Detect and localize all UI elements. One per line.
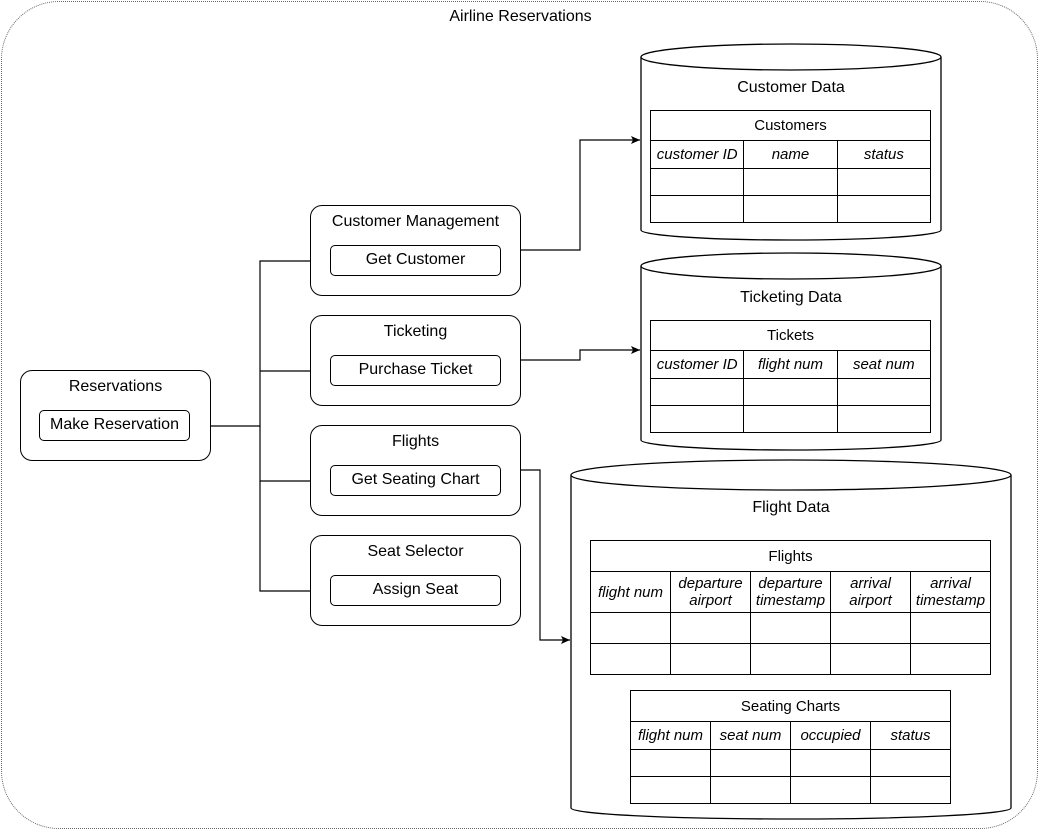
table-cell	[649, 168, 745, 196]
service-title: Ticketing	[383, 323, 448, 340]
column-header: arrival airport	[830, 571, 911, 613]
table-row	[649, 168, 932, 196]
operation-get-customer[interactable]: Get Customer	[330, 245, 501, 276]
table-cell	[870, 749, 951, 777]
table-row	[590, 643, 991, 675]
table-row	[630, 776, 951, 804]
table-cell	[743, 405, 838, 433]
column-header: seat num	[710, 721, 791, 750]
table-cell	[836, 378, 932, 406]
table-cell	[743, 168, 838, 196]
table-seating-charts: Seating Charts flight num seat num occupied…	[630, 690, 951, 804]
table-cell	[670, 612, 751, 644]
table-cell	[743, 378, 838, 406]
column-header: occupied	[790, 721, 871, 750]
table-tickets: Tickets customer ID flight num seat num	[649, 320, 932, 433]
table-cell	[649, 195, 745, 223]
database-label-flight-data: Flight Data	[752, 499, 830, 516]
table-name: Tickets	[650, 320, 931, 351]
table-cell	[870, 776, 951, 804]
table-cell	[836, 168, 932, 196]
column-header: arrival timestamp	[910, 571, 991, 613]
table-name: Seating Charts	[630, 690, 951, 722]
service-title: Flights	[391, 433, 440, 450]
column-header: customer ID	[649, 140, 745, 169]
table-cell	[670, 643, 751, 675]
table-row	[649, 405, 932, 433]
table-row	[649, 378, 932, 406]
table-name: Customers	[650, 110, 931, 141]
table-cell	[790, 749, 871, 777]
column-header: status	[870, 721, 951, 750]
table-cell	[836, 405, 932, 433]
table-cell	[710, 749, 791, 777]
table-cell	[590, 612, 671, 644]
database-label-customer-data: Customer Data	[737, 79, 845, 96]
service-title: Customer Management	[331, 213, 500, 230]
column-header: status	[836, 140, 932, 169]
table-cell	[830, 612, 911, 644]
operation-make-reservation[interactable]: Make Reservation	[39, 410, 190, 441]
service-title: Seat Selector	[367, 543, 464, 560]
table-row	[649, 195, 932, 223]
table-cell	[830, 643, 911, 675]
table-name: Flights	[590, 540, 991, 572]
table-cell	[649, 378, 745, 406]
table-cell	[630, 749, 711, 777]
operation-get-seating-chart[interactable]: Get Seating Chart	[330, 465, 501, 496]
table-cell	[750, 612, 831, 644]
column-header: flight num	[630, 721, 711, 750]
table-cell	[750, 643, 831, 675]
column-header: flight num	[743, 350, 838, 379]
column-header: flight num	[590, 571, 671, 613]
column-header: name	[743, 140, 838, 169]
table-cell	[630, 776, 711, 804]
column-header: customer ID	[649, 350, 745, 379]
column-header: seat num	[836, 350, 932, 379]
operation-assign-seat[interactable]: Assign Seat	[330, 575, 501, 606]
database-label-ticketing-data: Ticketing Data	[740, 289, 842, 306]
table-cell	[836, 195, 932, 223]
column-header: departure timestamp	[750, 571, 831, 613]
table-cell	[710, 776, 791, 804]
table-flights: Flights flight num departure airport depart…	[590, 540, 991, 675]
table-customers: Customers customer ID name status	[649, 110, 932, 223]
column-header: departure airport	[670, 571, 751, 613]
table-cell	[649, 405, 745, 433]
table-row	[590, 612, 991, 644]
operation-purchase-ticket[interactable]: Purchase Ticket	[330, 355, 501, 386]
table-cell	[743, 195, 838, 223]
table-cell	[910, 612, 991, 644]
table-cell	[910, 643, 991, 675]
service-title: Reservations	[68, 378, 163, 395]
table-row	[630, 749, 951, 777]
diagram-title: Airline Reservations	[449, 8, 592, 25]
table-cell	[590, 643, 671, 675]
table-cell	[790, 776, 871, 804]
